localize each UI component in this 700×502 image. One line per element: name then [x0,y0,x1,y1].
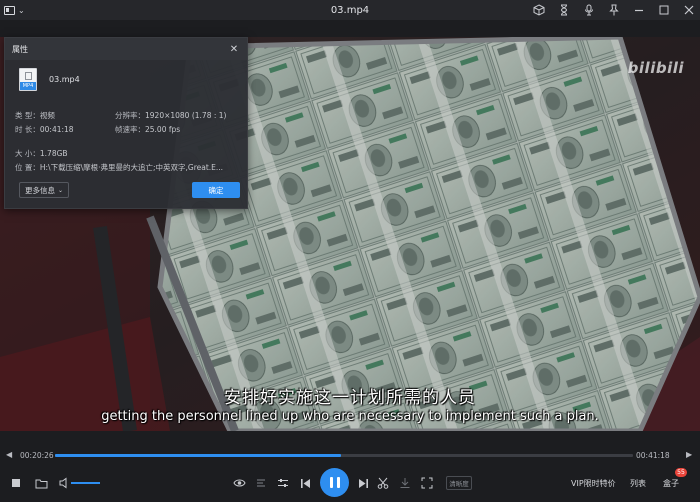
size-label: 大 小： [15,149,40,158]
framerate-label: 帧速率： [115,125,145,134]
stop-icon[interactable] [8,475,24,491]
danmaku-icon[interactable] [253,475,269,491]
ok-button[interactable]: 确定 [192,182,240,198]
duration-value: 00:41:18 [39,125,74,134]
dialog-title: 属性 [12,44,28,54]
duration-row: 时 长：00:41:18 [15,124,74,135]
type-value: 视频 [39,111,55,120]
next-icon[interactable] [355,475,371,491]
more-info-label: 更多信息 [24,185,55,195]
fullscreen-icon[interactable] [419,475,435,491]
app-menu[interactable]: ⌄ [0,5,25,15]
box-count-badge: 55 [675,468,687,477]
file-type-tag: MP4 [20,82,36,90]
equalizer-icon[interactable] [275,475,291,491]
download-icon[interactable] [397,475,413,491]
current-time: 00:20:26 [20,451,54,460]
title-bar: ⌄ 03.mp4 [0,0,700,20]
hourglass-icon[interactable] [557,3,571,17]
resolution-row: 分辨率：1920×1080 (1.78 : 1) [115,110,226,121]
eye-icon[interactable] [231,475,247,491]
maximize-icon[interactable] [657,3,671,17]
cube-icon[interactable] [532,3,546,17]
pause-icon [329,477,333,488]
window-controls [532,0,696,20]
app-logo-icon [4,5,15,15]
previous-icon[interactable] [297,475,313,491]
video-file-icon: MP4 [19,68,37,91]
clarity-button[interactable]: 清晰度 [446,476,472,490]
seek-bar-fill [55,454,342,457]
framerate-row: 帧速率：25.00 fps [115,124,180,135]
seek-back-icon[interactable]: ◀ [6,450,12,459]
file-name: 03.mp4 [49,75,80,84]
dialog-header: 属性 ✕ [5,38,247,60]
scissors-icon[interactable] [375,475,391,491]
file-info: MP4 03.mp4 [19,68,80,91]
duration-label: 时 长： [15,125,40,134]
type-row: 类 型：视频 [15,110,55,121]
microphone-icon[interactable] [582,3,596,17]
watermark-logo: bilibili [627,59,684,77]
open-folder-icon[interactable] [33,475,49,491]
location-value[interactable]: H:\下载压缩\摩根·弗里曼的大追亡;中英双字,Great.E... [40,163,223,172]
more-info-button[interactable]: 更多信息 ⌄ [19,182,69,198]
resolution-label: 分辨率： [115,111,145,120]
pause-button[interactable] [320,468,349,497]
minimize-icon[interactable] [632,3,646,17]
chevron-down-icon: ⌄ [57,186,64,194]
size-value: 1.78GB [39,149,68,158]
location-row: 位 置：H:\下载压缩\摩根·弗里曼的大追亡;中英双字,Great.E... [15,162,237,173]
control-bar: 清晰度 VIP限时特价 列表 盒子 55 [0,466,700,502]
video-player-window: ⌄ 03.mp4 bilibili 安排好实施这一计划所需的人员 getting… [0,0,700,502]
subtitle-english: getting the personnel lined up who are n… [101,409,599,424]
dialog-close-icon[interactable]: ✕ [228,44,240,55]
properties-dialog: 属性 ✕ MP4 03.mp4 类 型：视频 分辨率：1920×1080 (1.… [4,37,248,209]
location-label: 位 置： [15,163,40,172]
chevron-down-icon: ⌄ [18,5,25,15]
subtitle-chinese: 安排好实施这一计划所需的人员 [224,388,476,408]
vip-promo-link[interactable]: VIP限时特价 [571,478,616,489]
box-button[interactable]: 盒子 [663,478,679,489]
playlist-button[interactable]: 列表 [630,478,646,489]
type-label: 类 型： [15,111,40,120]
volume-slider[interactable] [71,482,100,484]
progress-row: ◀ 00:20:26 00:41:18 ▶ [0,448,700,463]
close-icon[interactable] [682,3,696,17]
seek-forward-icon[interactable]: ▶ [686,450,692,459]
total-time: 00:41:18 [636,451,670,460]
resolution-value: 1920×1080 (1.78 : 1) [145,111,227,120]
framerate-value: 25.00 fps [145,125,181,134]
seek-bar[interactable] [55,454,633,457]
pin-icon[interactable] [607,3,621,17]
size-row: 大 小：1.78GB [15,148,68,159]
